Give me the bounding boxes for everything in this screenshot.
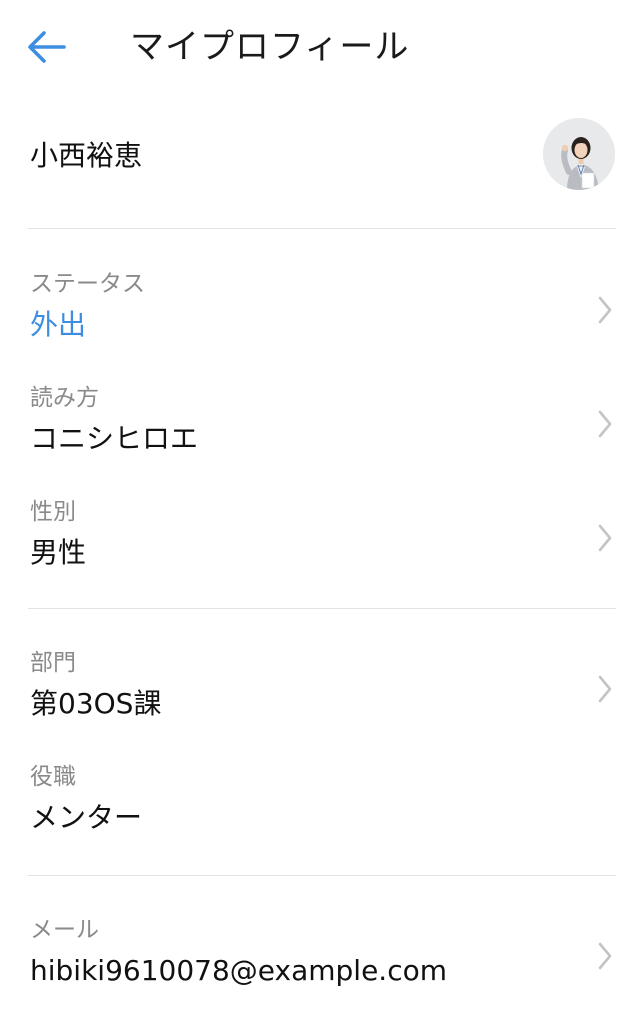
field-value: 男性 [30, 536, 87, 569]
avatar[interactable] [543, 118, 615, 190]
arrow-left-icon [28, 31, 66, 63]
app-header: マイプロフィール [0, 0, 644, 96]
chevron-right-icon [598, 675, 612, 703]
field-value: メンター [30, 801, 143, 834]
profile-summary: 小西裕恵 [0, 110, 644, 210]
field-department[interactable]: 部門 第03OS課 [0, 647, 644, 747]
divider [28, 608, 616, 609]
field-label: 性別 [30, 499, 76, 525]
chevron-right-icon [598, 942, 612, 970]
field-value: 外出 [30, 308, 87, 341]
field-gender[interactable]: 性別 男性 [0, 496, 644, 596]
field-value: コニシヒロエ [30, 422, 199, 455]
field-label: メール [30, 917, 99, 943]
field-label: 部門 [30, 650, 76, 676]
chevron-right-icon [598, 410, 612, 438]
field-label: 読み方 [30, 385, 99, 411]
divider [28, 875, 616, 876]
page-title: マイプロフィール [130, 27, 410, 67]
field-reading[interactable]: 読み方 コニシヒロエ [0, 382, 644, 482]
back-button[interactable] [22, 26, 70, 68]
field-label: 役職 [30, 764, 76, 790]
user-photo-icon [543, 118, 615, 190]
field-value: hibiki9610078@example.com [30, 954, 447, 987]
field-status[interactable]: ステータス 外出 [0, 268, 644, 368]
divider [28, 228, 616, 229]
field-value: 第03OS課 [30, 687, 162, 720]
chevron-right-icon [598, 296, 612, 324]
chevron-right-icon [598, 524, 612, 552]
field-email[interactable]: メール hibiki9610078@example.com [0, 914, 644, 1014]
field-position: 役職 メンター [0, 761, 644, 861]
field-label: ステータス [30, 271, 145, 297]
profile-name: 小西裕恵 [30, 139, 143, 172]
